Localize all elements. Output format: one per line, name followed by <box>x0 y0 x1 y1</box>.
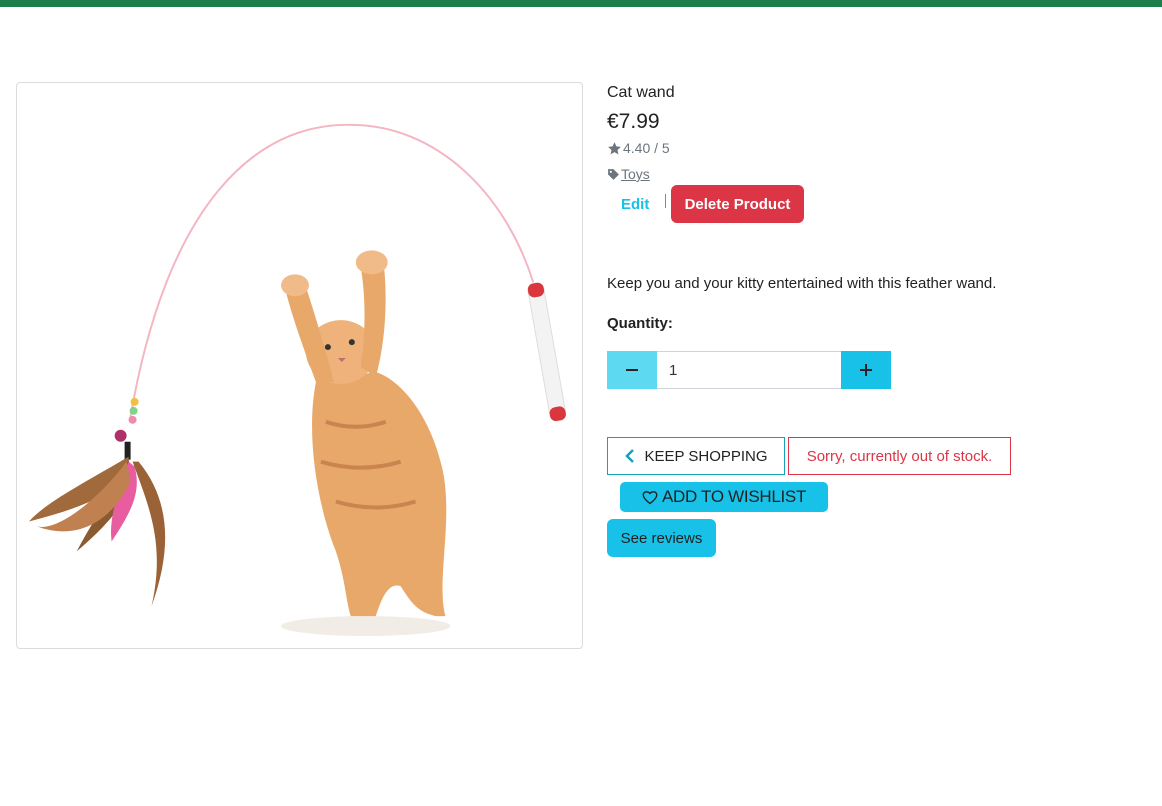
minus-icon <box>626 369 638 371</box>
quantity-input[interactable] <box>657 351 841 389</box>
star-icon <box>608 141 621 154</box>
product-description: Keep you and your kitty entertained with… <box>607 275 997 292</box>
tag-icon <box>608 168 619 180</box>
rating-value: 4.40 / 5 <box>623 140 670 156</box>
keep-shopping-label: KEEP SHOPPING <box>644 447 768 465</box>
plus-icon <box>860 364 872 376</box>
see-reviews-button[interactable]: See reviews <box>607 519 716 557</box>
increment-quantity-button[interactable] <box>841 351 891 389</box>
product-photo <box>28 123 567 637</box>
keep-shopping-button[interactable]: KEEP SHOPPING <box>607 437 785 475</box>
delete-product-button[interactable]: Delete Product <box>671 185 804 223</box>
decrement-quantity-button[interactable] <box>607 351 657 389</box>
product-rating: 4.40 / 5 <box>607 140 670 156</box>
product-image <box>16 82 583 649</box>
wishlist-label: ADD TO WISHLIST <box>661 487 807 506</box>
edit-product-link[interactable]: Edit <box>621 196 649 213</box>
quantity-stepper <box>607 351 891 389</box>
quantity-label: Quantity: <box>607 315 673 332</box>
product-price: €7.99 <box>607 110 660 133</box>
add-to-wishlist-button[interactable]: ADD TO WISHLIST <box>620 482 828 512</box>
category-link[interactable]: Toys <box>621 166 650 182</box>
product-name: Cat wand <box>607 84 675 101</box>
out-of-stock-notice: Sorry, currently out of stock. <box>788 437 1011 475</box>
heart-icon <box>642 490 658 504</box>
product-category: Toys <box>607 166 650 182</box>
chevron-left-icon <box>625 449 635 463</box>
divider <box>665 194 666 208</box>
top-accent-bar <box>0 0 1162 7</box>
